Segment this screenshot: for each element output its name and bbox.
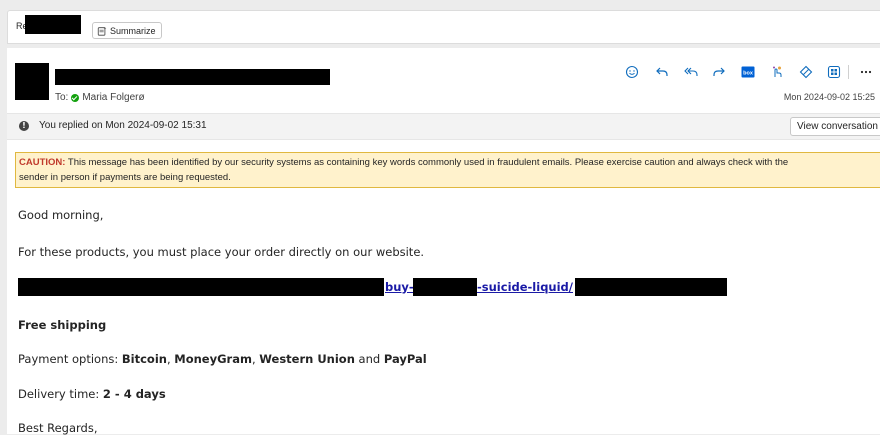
- message-panel: [7, 48, 880, 434]
- presence-available-icon: [71, 93, 80, 102]
- caution-banner: CAUTION: This message has been identifie…: [15, 152, 880, 188]
- greeting: Good morning,: [18, 208, 104, 222]
- to-line: To: Maria Folgerø: [55, 92, 145, 103]
- forward-icon[interactable]: [712, 65, 726, 79]
- payment-options: Payment options: Bitcoin, MoneyGram, Wes…: [18, 352, 427, 366]
- summarize-button[interactable]: Summarize: [92, 22, 162, 39]
- link-part-buy[interactable]: buy-: [385, 280, 414, 294]
- svg-text:box: box: [743, 71, 754, 77]
- redacted-url-middle: [413, 278, 477, 296]
- reply-icon[interactable]: [655, 65, 669, 79]
- recipient-name[interactable]: Maria Folgerø: [82, 92, 144, 103]
- summarize-label: Summarize: [110, 25, 156, 36]
- avatar[interactable]: [15, 63, 49, 100]
- message-date: Mon 2024-09-02 15:25: [783, 92, 875, 102]
- sender-name[interactable]: [55, 69, 330, 85]
- redacted-subject: [25, 15, 81, 34]
- summarize-icon: [97, 26, 107, 36]
- redacted-url-end: [575, 278, 727, 296]
- caution-label: CAUTION:: [19, 157, 66, 168]
- tag-icon[interactable]: [799, 65, 813, 79]
- info-icon: !: [19, 121, 29, 131]
- emoji-icon[interactable]: [625, 65, 639, 79]
- payment-prefix: Payment options:: [18, 352, 122, 366]
- delivery-prefix: Delivery time:: [18, 387, 103, 401]
- to-label: To:: [55, 92, 69, 103]
- payment-moneygram: MoneyGram: [174, 352, 252, 366]
- redacted-url-start: [18, 278, 384, 296]
- apps-icon[interactable]: [827, 65, 841, 79]
- instruction-text: For these products, you must place your …: [18, 245, 425, 259]
- closing: Best Regards,: [18, 421, 98, 435]
- subject-strip: Re Summarize: [0, 0, 880, 44]
- delivery-value: 2 - 4 days: [102, 387, 166, 401]
- free-shipping: Free shipping: [18, 318, 107, 332]
- payment-paypal: PayPal: [383, 352, 427, 366]
- caution-line1: This message has been identified by our …: [65, 157, 789, 168]
- payment-and: and: [354, 352, 384, 366]
- more-icon[interactable]: [859, 65, 873, 79]
- box-icon[interactable]: box: [741, 65, 755, 79]
- replied-text: You replied on Mon 2024-09-02 15:31: [39, 120, 207, 131]
- delivery-time: Delivery time: 2 - 4 days: [18, 387, 166, 401]
- link-part-product[interactable]: -suicide-liquid/: [477, 280, 573, 294]
- caution-line2: sender in person if payments are being r…: [19, 172, 231, 183]
- reply-all-icon[interactable]: [684, 65, 698, 79]
- payment-bitcoin: Bitcoin: [121, 352, 167, 366]
- subject-card: Re Summarize: [7, 10, 880, 44]
- touch-icon[interactable]: [770, 65, 784, 79]
- toolbar-divider: [848, 65, 849, 79]
- replied-bar: ! You replied on Mon 2024-09-02 15:31 Vi…: [7, 113, 880, 140]
- view-conversation-button[interactable]: View conversation: [790, 117, 880, 136]
- payment-western-union: Western Union: [259, 352, 355, 366]
